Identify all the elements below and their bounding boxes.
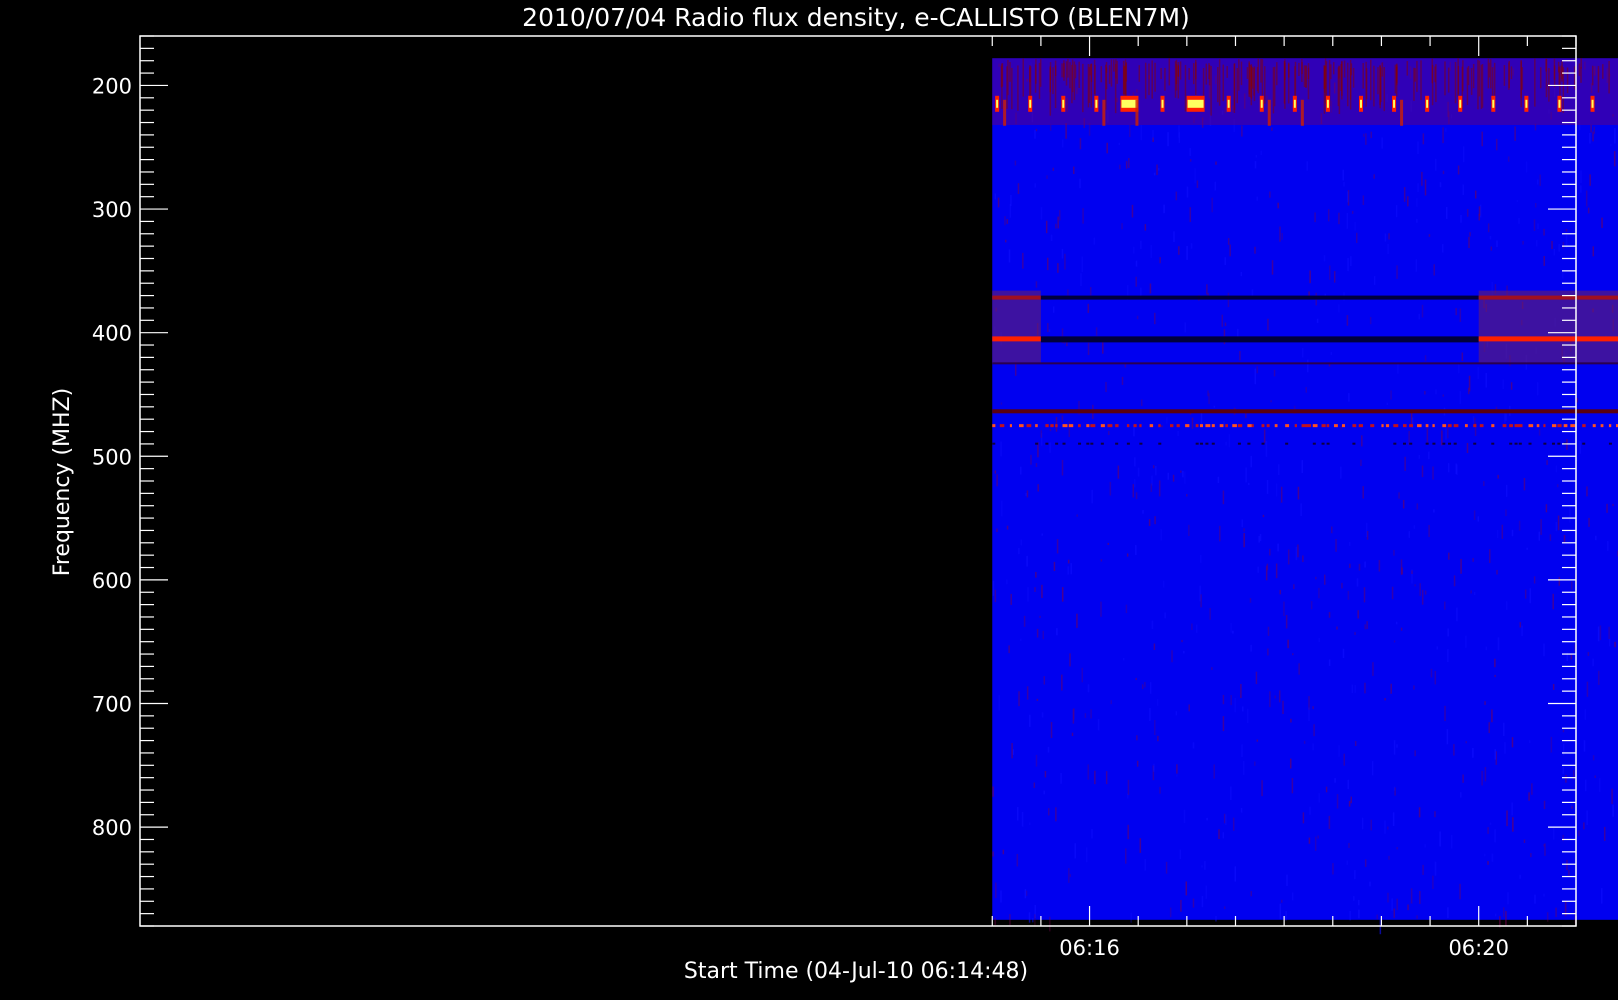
- y-tick-label: 400: [92, 322, 132, 346]
- y-tick-label: 300: [92, 198, 132, 222]
- y-tick-label: 800: [92, 816, 132, 840]
- burst-core: [1326, 99, 1329, 108]
- burst-core: [1121, 99, 1138, 108]
- burst-core: [1459, 99, 1462, 108]
- burst-core: [1591, 99, 1594, 108]
- burst-core: [1187, 99, 1204, 108]
- heatmap-area: [992, 58, 1618, 935]
- burst-core: [1293, 99, 1296, 108]
- burst-core: [1227, 99, 1230, 108]
- x-tick-label: 06:16: [1059, 936, 1120, 960]
- spectrogram-chart: 2010/07/04 Radio flux density, e-CALLIST…: [0, 0, 1618, 1000]
- segment-bright-bg: [1478, 290, 1618, 364]
- carrier-371: [992, 295, 1041, 300]
- chart-title: 2010/07/04 Radio flux density, e-CALLIST…: [522, 3, 1190, 32]
- carrier-371: [1040, 295, 1479, 300]
- y-tick-label: 500: [92, 445, 132, 469]
- y-tick-label: 200: [92, 74, 132, 98]
- carrier-424: [992, 362, 1618, 365]
- burst-core: [1095, 99, 1098, 108]
- burst-core: [1525, 99, 1528, 108]
- carrier-463: [992, 409, 1618, 414]
- x-tick-label: 06:20: [1448, 936, 1509, 960]
- carrier-405: [1040, 336, 1479, 343]
- burst-core: [1492, 99, 1495, 108]
- y-tick-label: 700: [92, 693, 132, 717]
- burst-core: [996, 99, 999, 108]
- carrier-371: [1478, 295, 1618, 300]
- burst-core: [1062, 99, 1065, 108]
- burst-core: [1393, 99, 1396, 108]
- burst-core: [1161, 99, 1164, 108]
- burst-core: [1029, 99, 1032, 108]
- y-tick-label: 600: [92, 569, 132, 593]
- carrier-405: [992, 336, 1041, 342]
- y-axis-label: Frequency (MHZ): [50, 388, 75, 576]
- segment-bright-bg: [992, 290, 1041, 364]
- carrier-405: [1478, 336, 1618, 342]
- burst-core: [1558, 99, 1561, 108]
- burst-core: [1260, 99, 1263, 108]
- x-axis-label: Start Time (04-Jul-10 06:14:48): [684, 959, 1028, 984]
- burst-core: [1359, 99, 1362, 108]
- burst-core: [1426, 99, 1429, 108]
